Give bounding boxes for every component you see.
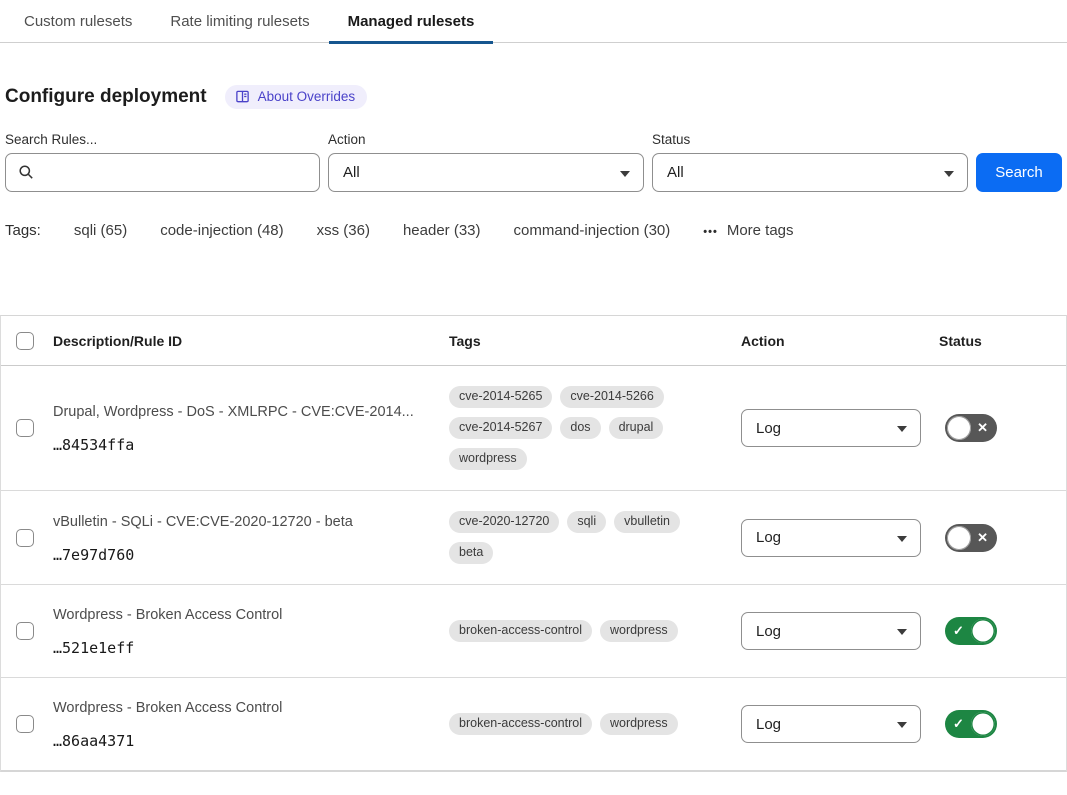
tag-filter-code-injection[interactable]: code-injection (48) (160, 222, 283, 239)
tab-custom-rulesets[interactable]: Custom rulesets (5, 3, 151, 42)
rule-action-select[interactable]: Log (741, 705, 921, 743)
status-filter-value: All (667, 164, 684, 181)
check-icon: ✓ (953, 624, 964, 637)
more-tags-label: More tags (727, 222, 794, 239)
table-header-row: Description/Rule ID Tags Action Status (1, 316, 1066, 366)
page-title: Configure deployment (5, 86, 207, 108)
select-all-checkbox[interactable] (16, 332, 34, 350)
rule-description: Drupal, Wordpress - DoS - XMLRPC - CVE:C… (53, 402, 449, 422)
rule-description: Wordpress - Broken Access Control (53, 698, 449, 718)
column-tags: Tags (449, 333, 741, 349)
status-filter-select[interactable]: All (652, 153, 968, 192)
tag-filter-xss[interactable]: xss (36) (317, 222, 370, 239)
search-rules-label: Search Rules... (5, 132, 320, 147)
about-overrides-label: About Overrides (258, 89, 356, 104)
tag-filter-header[interactable]: header (33) (403, 222, 481, 239)
x-icon: ✕ (977, 421, 988, 434)
tag-pill: beta (449, 542, 493, 564)
table-row: Wordpress - Broken Access Control …86aa4… (1, 678, 1066, 771)
action-filter-value: All (343, 164, 360, 181)
search-icon (18, 164, 34, 185)
action-filter-label: Action (328, 132, 644, 147)
tags-bar-label: Tags: (5, 222, 41, 239)
rule-tags: cve-2014-5265 cve-2014-5266 cve-2014-5267 d… (449, 386, 741, 470)
tag-filter-sqli[interactable]: sqli (65) (74, 222, 127, 239)
search-rules-input[interactable] (5, 153, 320, 192)
chevron-down-icon (897, 629, 907, 635)
rule-status-toggle[interactable]: ✕ (945, 414, 997, 442)
tag-pill: wordpress (600, 620, 678, 642)
rule-action-select[interactable]: Log (741, 409, 921, 447)
rule-action-select[interactable]: Log (741, 612, 921, 650)
action-filter-select[interactable]: All (328, 153, 644, 192)
search-button[interactable]: Search (976, 153, 1062, 192)
tag-pill: vbulletin (614, 511, 680, 533)
check-icon: ✓ (953, 717, 964, 730)
rule-action-value: Log (756, 420, 781, 437)
chevron-down-icon (897, 722, 907, 728)
row-checkbox[interactable] (16, 419, 34, 437)
table-row: vBulletin - SQLi - CVE:CVE-2020-12720 - … (1, 491, 1066, 585)
tag-filter-command-injection[interactable]: command-injection (30) (514, 222, 671, 239)
more-dots-icon: ••• (703, 226, 718, 238)
row-checkbox[interactable] (16, 529, 34, 547)
column-status: Status (939, 333, 1066, 349)
row-checkbox[interactable] (16, 622, 34, 640)
column-action: Action (741, 333, 939, 349)
about-overrides-link[interactable]: About Overrides (225, 85, 368, 109)
chevron-down-icon (944, 171, 954, 177)
column-description: Description/Rule ID (53, 333, 449, 349)
x-icon: ✕ (977, 531, 988, 544)
rule-action-value: Log (756, 716, 781, 733)
rule-status-toggle[interactable]: ✓ (945, 617, 997, 645)
rule-id: …7e97d760 (53, 546, 449, 564)
tab-rate-limiting-rulesets[interactable]: Rate limiting rulesets (151, 3, 328, 42)
table-row: Drupal, Wordpress - DoS - XMLRPC - CVE:C… (1, 366, 1066, 491)
rule-id: …86aa4371 (53, 732, 449, 750)
rule-action-value: Log (756, 529, 781, 546)
tag-pill: sqli (567, 511, 606, 533)
tag-pill: broken-access-control (449, 713, 592, 735)
tag-pill: cve-2014-5266 (560, 386, 663, 408)
rule-tags: broken-access-control wordpress (449, 713, 741, 735)
rule-id: …84534ffa (53, 436, 449, 454)
tag-pill: dos (560, 417, 600, 439)
table-row: Wordpress - Broken Access Control …521e1… (1, 585, 1066, 678)
rule-description: vBulletin - SQLi - CVE:CVE-2020-12720 - … (53, 512, 449, 532)
tag-pill: drupal (609, 417, 664, 439)
rule-id: …521e1eff (53, 639, 449, 657)
rule-action-value: Log (756, 623, 781, 640)
row-checkbox[interactable] (16, 715, 34, 733)
toggle-knob (971, 619, 995, 643)
chevron-down-icon (620, 171, 630, 177)
tag-pill: wordpress (449, 448, 527, 470)
tag-pill: broken-access-control (449, 620, 592, 642)
ruleset-tabbar: Custom rulesetsRate limiting rulesetsMan… (0, 0, 1067, 43)
rule-tags: broken-access-control wordpress (449, 620, 741, 642)
status-filter-label: Status (652, 132, 968, 147)
rule-description: Wordpress - Broken Access Control (53, 605, 449, 625)
tag-pill: wordpress (600, 713, 678, 735)
toggle-knob (971, 712, 995, 736)
rule-action-select[interactable]: Log (741, 519, 921, 557)
toggle-knob (947, 526, 971, 550)
tag-pill: cve-2020-12720 (449, 511, 559, 533)
toggle-knob (947, 416, 971, 440)
more-tags-button[interactable]: ••• More tags (703, 222, 793, 239)
rule-status-toggle[interactable]: ✕ (945, 524, 997, 552)
chevron-down-icon (897, 426, 907, 432)
tag-pill: cve-2014-5265 (449, 386, 552, 408)
tag-pill: cve-2014-5267 (449, 417, 552, 439)
tags-quick-filter-bar: Tags: sqli (65) code-injection (48) xss (3… (0, 222, 1067, 239)
chevron-down-icon (897, 536, 907, 542)
rule-status-toggle[interactable]: ✓ (945, 710, 997, 738)
book-icon (235, 89, 250, 104)
tab-managed-rulesets[interactable]: Managed rulesets (329, 3, 494, 42)
managed-rules-table: Description/Rule ID Tags Action Status D… (0, 315, 1067, 772)
rule-tags: cve-2020-12720 sqli vbulletin beta (449, 511, 741, 564)
